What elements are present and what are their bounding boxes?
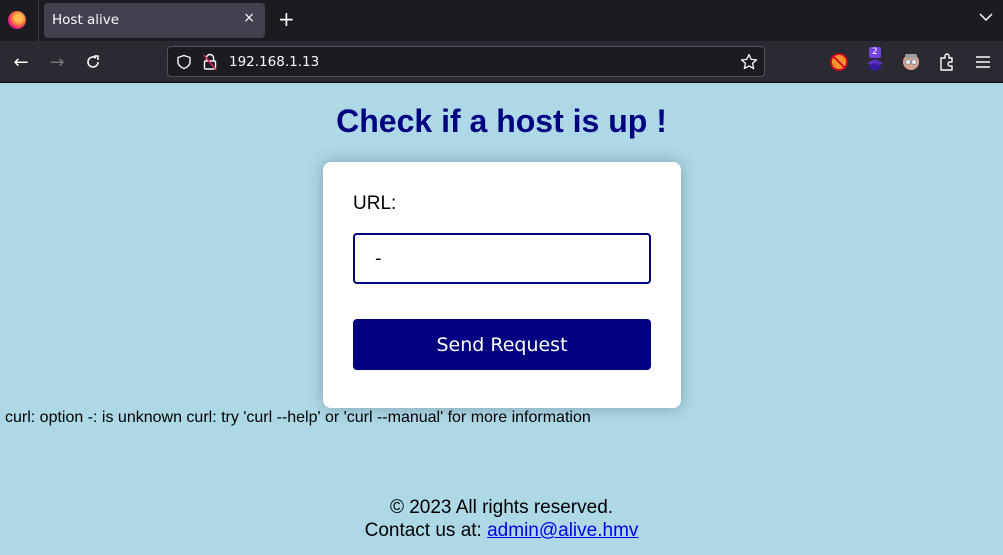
menu-hamburger-icon[interactable] (972, 51, 994, 73)
firefox-logo-icon[interactable] (8, 11, 26, 29)
tab-bar: Host alive × + (0, 0, 1003, 41)
extension-avatar-icon[interactable] (900, 51, 922, 73)
extension-badge: 2 (869, 47, 881, 58)
url-label: URL: (353, 193, 397, 214)
address-text[interactable]: 192.168.1.13 (229, 54, 319, 70)
command-output: curl: option -: is unknown curl: try 'cu… (5, 409, 591, 426)
forward-button[interactable]: → (46, 51, 68, 73)
insecure-lock-icon[interactable] (202, 53, 218, 71)
contact-email-link[interactable]: admin@alive.hmv (487, 520, 638, 541)
back-button[interactable]: ← (10, 51, 32, 73)
contact-line: Contact us at: admin@alive.hmv (0, 519, 1003, 542)
chevron-down-icon[interactable] (979, 10, 993, 24)
send-request-button[interactable]: Send Request (353, 319, 651, 370)
address-bar[interactable]: 192.168.1.13 (167, 46, 765, 77)
tab-close-icon[interactable]: × (243, 10, 255, 26)
reload-button[interactable] (82, 51, 104, 73)
extensions-puzzle-icon[interactable] (936, 51, 958, 73)
reload-icon (87, 55, 99, 68)
tab-host-alive[interactable]: Host alive × (44, 3, 265, 38)
footer: © 2023 All rights reserved. Contact us a… (0, 496, 1003, 542)
extension-blocker-icon[interactable] (828, 51, 850, 73)
tab-title: Host alive (52, 12, 120, 28)
shield-icon[interactable] (176, 54, 192, 70)
forward-arrow-icon: → (49, 51, 65, 73)
bookmark-star-icon[interactable] (740, 53, 758, 71)
contact-prefix: Contact us at: (364, 520, 488, 541)
copyright-text: © 2023 All rights reserved. (389, 497, 614, 518)
page-title: Check if a host is up ! (336, 103, 667, 139)
tab-separator (38, 0, 39, 41)
nav-bar: ← → 192.168.1.13 2 (0, 41, 1003, 83)
url-form-card: URL: Send Request (323, 162, 681, 408)
back-arrow-icon: ← (13, 51, 29, 73)
new-tab-button[interactable]: + (278, 7, 295, 31)
url-input[interactable] (353, 233, 651, 284)
